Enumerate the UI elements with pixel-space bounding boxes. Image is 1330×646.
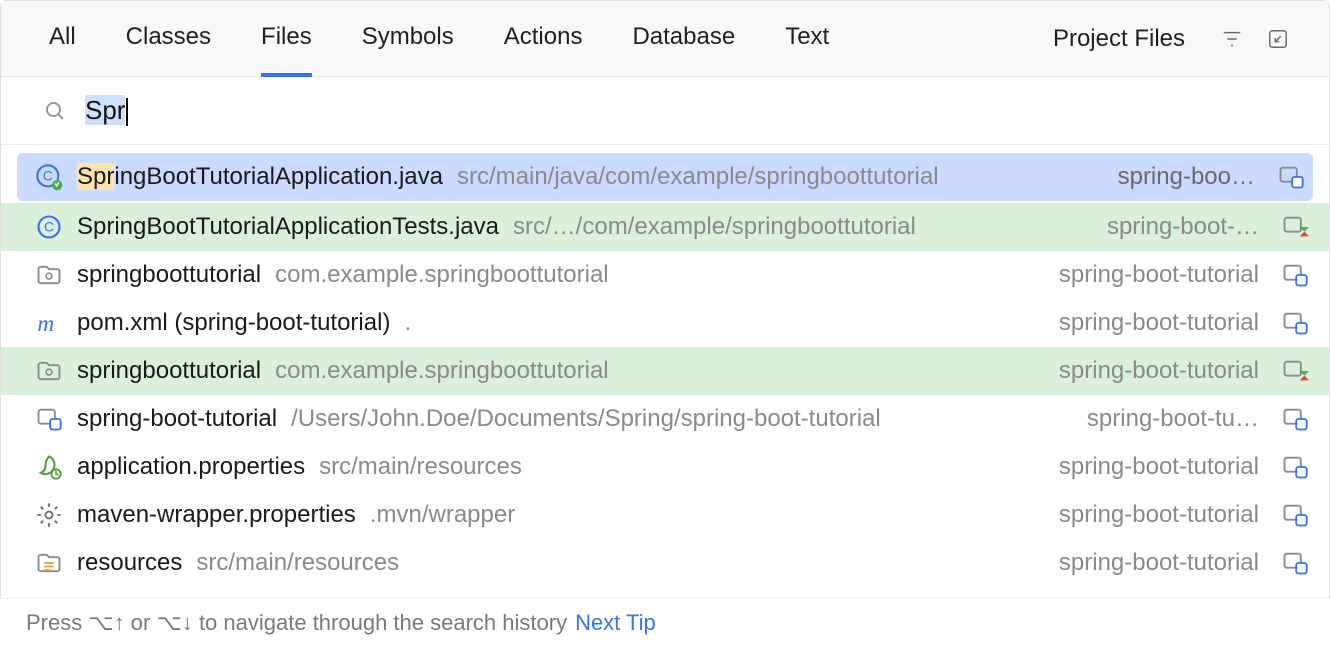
result-module: spring-boot-tutorial — [1059, 501, 1267, 529]
result-path: src/main/java/com/example/springboottuto… — [457, 163, 939, 191]
svg-text:m: m — [37, 311, 54, 337]
java-class-icon: C — [35, 213, 63, 241]
module-icon — [1281, 261, 1309, 289]
result-row[interactable]: application.properties src/main/resource… — [1, 443, 1329, 491]
result-module: spring-boot-tutorial — [1059, 357, 1267, 385]
hint-text: Press ⌥↑ or ⌥↓ to navigate through the s… — [26, 610, 567, 636]
result-row[interactable]: m pom.xml (spring-boot-tutorial) . sprin… — [1, 299, 1329, 347]
footer-hint: Press ⌥↑ or ⌥↓ to navigate through the s… — [0, 598, 1330, 646]
result-name: pom.xml (spring-boot-tutorial) — [77, 309, 390, 337]
result-path: src/main/resources — [319, 453, 522, 481]
module-icon — [1281, 309, 1309, 337]
search-field-row: Spr — [1, 77, 1329, 145]
tab-symbols[interactable]: Symbols — [362, 1, 454, 77]
tab-text[interactable]: Text — [785, 1, 829, 77]
tab-all[interactable]: All — [49, 1, 76, 77]
result-module: spring-boot-… — [1107, 213, 1267, 241]
result-path: .mvn/wrapper — [370, 501, 515, 529]
result-name: application.properties — [77, 453, 305, 481]
tab-database[interactable]: Database — [632, 1, 735, 77]
result-path: com.example.springboottutorial — [275, 357, 609, 385]
result-name: SpringBootTutorialApplicationTests.java — [77, 213, 499, 241]
result-name: maven-wrapper.properties — [77, 501, 356, 529]
search-input[interactable]: Spr — [85, 95, 128, 126]
result-module: spring-boo… — [1118, 163, 1263, 191]
result-row[interactable]: springboottutorial com.example.springboo… — [1, 251, 1329, 299]
filter-icon[interactable] — [1221, 28, 1243, 50]
result-path: /Users/John.Doe/Documents/Spring/spring-… — [291, 405, 881, 433]
result-module: spring-boot-tu… — [1087, 405, 1267, 433]
resources-folder-icon — [35, 549, 63, 577]
result-module: spring-boot-tutorial — [1059, 549, 1267, 577]
result-path: src/…/com/example/springboottutorial — [513, 213, 916, 241]
result-path: src/main/resources — [196, 549, 399, 577]
results-list: C SpringBootTutorialApplication.java src… — [1, 145, 1329, 587]
result-row[interactable]: maven-wrapper.properties .mvn/wrapper sp… — [1, 491, 1329, 539]
module-icon — [1277, 163, 1305, 191]
result-name: springboottutorial — [77, 261, 261, 289]
gear-icon — [35, 501, 63, 529]
svg-text:C: C — [43, 168, 53, 184]
scope-selector[interactable]: Project Files — [1053, 25, 1193, 53]
result-row[interactable]: spring-boot-tutorial /Users/John.Doe/Doc… — [1, 395, 1329, 443]
result-module: spring-boot-tutorial — [1059, 309, 1267, 337]
result-module: spring-boot-tutorial — [1059, 453, 1267, 481]
result-row[interactable]: springboottutorial com.example.springboo… — [1, 347, 1329, 395]
tab-actions[interactable]: Actions — [504, 1, 583, 77]
module-test-icon — [1281, 357, 1309, 385]
search-icon — [43, 99, 67, 123]
open-as-tool-window-icon[interactable] — [1267, 28, 1289, 50]
tab-bar: All Classes Files Symbols Actions Databa… — [49, 1, 1013, 77]
result-name: SpringBootTutorialApplication.java — [77, 163, 443, 191]
module-icon — [1281, 453, 1309, 481]
module-icon — [1281, 405, 1309, 433]
search-everywhere-header: All Classes Files Symbols Actions Databa… — [1, 1, 1329, 77]
result-row[interactable]: C SpringBootTutorialApplication.java src… — [17, 153, 1313, 201]
result-path: . — [404, 309, 411, 337]
result-row[interactable]: C SpringBootTutorialApplicationTests.jav… — [1, 203, 1329, 251]
folder-icon — [35, 357, 63, 385]
module-icon — [35, 405, 63, 433]
result-module: spring-boot-tutorial — [1059, 261, 1267, 289]
folder-icon — [35, 261, 63, 289]
tab-classes[interactable]: Classes — [126, 1, 211, 77]
result-row[interactable]: resources src/main/resources spring-boot… — [1, 539, 1329, 587]
next-tip-link[interactable]: Next Tip — [575, 610, 656, 636]
module-test-icon — [1281, 213, 1309, 241]
result-name: spring-boot-tutorial — [77, 405, 277, 433]
svg-text:C: C — [44, 219, 54, 235]
module-icon — [1281, 501, 1309, 529]
module-icon — [1281, 549, 1309, 577]
result-name: resources — [77, 549, 182, 577]
spring-icon — [35, 453, 63, 481]
result-name: springboottutorial — [77, 357, 261, 385]
maven-icon: m — [35, 309, 63, 337]
java-class-runnable-icon: C — [35, 163, 63, 191]
tab-files[interactable]: Files — [261, 1, 312, 77]
result-path: com.example.springboottutorial — [275, 261, 609, 289]
